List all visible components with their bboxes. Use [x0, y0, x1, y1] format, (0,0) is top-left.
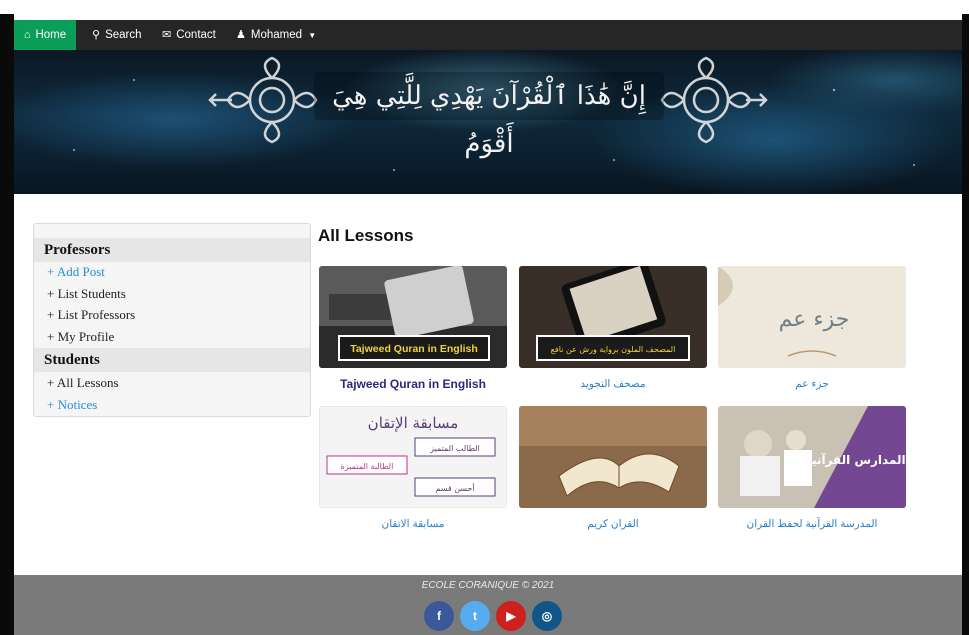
lesson-image-itqan[interactable]: مسابقة الإتقان الطالب المتميز الطالبة ال…	[319, 406, 507, 508]
itqan-label-3: أحسن قسم	[435, 483, 474, 493]
hero-banner: إِنَّ هَٰذَا ٱلْقُرْآنَ يَهْدِي لِلَّتِي…	[14, 50, 962, 194]
nav-search[interactable]: ⚲ Search	[92, 20, 142, 50]
sidebar-section-professors: Professors	[34, 238, 310, 262]
lesson-overlay-4: مسابقة الإتقان	[368, 414, 459, 432]
nav-home-label: Home	[35, 29, 67, 41]
sidebar-link-list-students[interactable]: + List Students	[47, 284, 126, 304]
top-navbar: ⌂ Home ⚲ Search ✉ Contact ♟ Mohamed ▼	[14, 20, 962, 50]
youtube-icon[interactable]: ▶	[496, 601, 526, 631]
nav-search-label: Search	[105, 29, 142, 41]
nav-contact-label: Contact	[176, 29, 216, 41]
nav-user-label: Mohamed	[250, 29, 303, 41]
user-icon: ♟	[236, 29, 246, 41]
sidebar-link-add-post[interactable]: + Add Post	[47, 262, 105, 282]
lesson-image-juz-amma[interactable]: جزء عم	[718, 266, 906, 368]
lesson-overlay-3: جزء عم	[779, 307, 850, 332]
lesson-caption-mushaf[interactable]: مصحف التجويد	[519, 378, 707, 390]
facebook-icon[interactable]: f	[424, 601, 454, 631]
lesson-overlay-6: فتح المدارس القرآنية	[805, 452, 906, 467]
lesson-image-tajweed[interactable]: Tajweed Quran in English	[319, 266, 507, 368]
home-icon: ⌂	[23, 29, 31, 41]
sidebar: Professors + Add Post + List Students + …	[33, 223, 311, 417]
right-ornament-icon	[660, 56, 768, 144]
lesson-caption-juz-amma[interactable]: جزء عم	[718, 378, 906, 390]
banner-verse: إِنَّ هَٰذَا ٱلْقُرْآنَ يَهْدِي لِلَّتِي…	[332, 81, 646, 159]
sidebar-link-all-lessons[interactable]: + All Lessons	[47, 373, 119, 393]
sidebar-link-notices[interactable]: + Notices	[47, 395, 97, 415]
sidebar-link-list-professors[interactable]: + List Professors	[47, 305, 135, 325]
left-ornament-icon	[208, 56, 318, 144]
footer-copyright: ECOLE CORANIQUE © 2021	[421, 580, 555, 591]
lesson-overlay-2: المصحف الملون برواية ورش عن نافع	[551, 345, 676, 354]
lesson-overlay-1: Tajweed Quran in English	[350, 343, 478, 355]
instagram-icon[interactable]: ◎	[532, 601, 562, 631]
lesson-caption-quran-karim[interactable]: القران كريم	[519, 518, 707, 530]
lesson-image-mushaf[interactable]: المصحف الملون برواية ورش عن نافع	[519, 266, 707, 368]
lesson-caption-tajweed[interactable]: Tajweed Quran in English	[319, 377, 507, 391]
footer: ECOLE CORANIQUE © 2021 f t ▶ ◎	[14, 575, 962, 635]
page-title: All Lessons	[318, 226, 414, 245]
lesson-image-quran-karim[interactable]	[519, 406, 707, 508]
sidebar-link-my-profile[interactable]: + My Profile	[47, 327, 114, 347]
twitter-icon[interactable]: t	[460, 601, 490, 631]
lesson-caption-itqan[interactable]: مسابقة الاتقان	[319, 518, 507, 530]
lesson-caption-madrasa[interactable]: المدرسة القرآنية لحفظ القران	[718, 518, 906, 530]
itqan-label-2: الطالبة المتميزة	[341, 462, 394, 471]
caret-down-icon: ▼	[308, 31, 317, 40]
itqan-label-1: الطالب المتميز	[429, 444, 480, 453]
page: ⌂ Home ⚲ Search ✉ Contact ♟ Mohamed ▼ إِ…	[14, 14, 962, 635]
envelope-icon: ✉	[162, 29, 172, 41]
sidebar-section-students: Students	[34, 348, 310, 372]
nav-home[interactable]: ⌂ Home	[14, 20, 76, 50]
lesson-image-madrasa[interactable]: فتح المدارس القرآنية	[718, 406, 906, 508]
nav-user-dropdown[interactable]: ♟ Mohamed ▼	[236, 20, 316, 50]
nav-contact[interactable]: ✉ Contact	[162, 20, 216, 50]
search-icon: ⚲	[92, 29, 101, 41]
